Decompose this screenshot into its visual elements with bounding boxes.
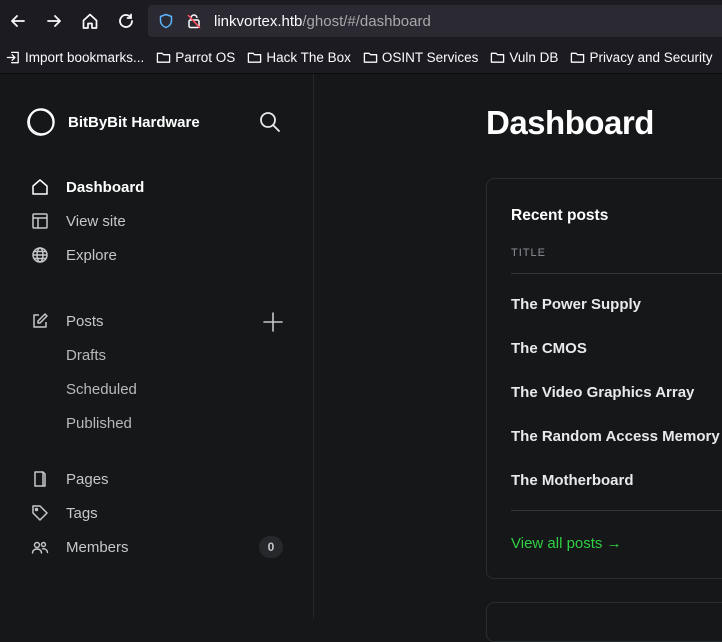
brand[interactable]: BitByBit Hardware <box>26 107 200 137</box>
folder-icon <box>248 52 262 63</box>
forward-button[interactable] <box>36 3 72 39</box>
column-header-title: TITLE <box>511 247 546 259</box>
new-post-button[interactable] <box>262 311 284 333</box>
url-host: linkvortex.htb <box>214 12 303 30</box>
header-divider <box>511 273 722 274</box>
insecure-lock-icon[interactable] <box>186 13 202 29</box>
back-button[interactable] <box>0 3 36 39</box>
bookmarks-toolbar: Import bookmarks... Parrot OS Hack The B… <box>0 42 722 74</box>
reload-button[interactable] <box>108 3 144 39</box>
sidebar-item-explore[interactable]: Explore <box>30 241 286 269</box>
bookmark-label: Import bookmarks... <box>25 50 145 65</box>
bookmark-folder-privacy[interactable]: Privacy and Security <box>570 50 713 65</box>
members-icon <box>30 537 50 557</box>
sidebar-subitem-drafts[interactable]: Drafts <box>66 342 106 368</box>
sidebar: BitByBit Hardware Dashboard View site Ex… <box>0 74 314 619</box>
url-bar[interactable]: linkvortex.htb/ghost/#/dashboard <box>148 5 722 37</box>
home-button[interactable] <box>72 3 108 39</box>
url-text[interactable]: linkvortex.htb/ghost/#/dashboard <box>214 13 431 30</box>
recent-post-item[interactable]: The CMOS <box>511 340 587 357</box>
secondary-card <box>486 602 722 642</box>
bookmark-folder-parrot-os[interactable]: Parrot OS <box>156 50 235 65</box>
sidebar-item-label: Tags <box>66 504 98 522</box>
sidebar-item-label: Pages <box>66 470 109 488</box>
import-icon <box>6 51 19 64</box>
recent-posts-card: Recent posts TITLE The Power Supply The … <box>486 178 722 579</box>
bookmark-import[interactable]: Import bookmarks... <box>6 50 144 65</box>
recent-post-item[interactable]: The Video Graphics Array <box>511 384 694 401</box>
sidebar-item-posts[interactable]: Posts <box>30 307 286 335</box>
bookmark-folder-vuln-db[interactable]: Vuln DB <box>490 50 558 65</box>
edit-icon <box>30 311 50 331</box>
members-count-badge: 0 <box>259 536 283 558</box>
sidebar-item-view-site[interactable]: View site <box>30 207 286 235</box>
view-all-posts-link[interactable]: View all posts → <box>511 535 622 552</box>
layout-icon <box>30 211 50 231</box>
globe-icon <box>30 245 50 265</box>
folder-icon <box>491 52 505 63</box>
sidebar-subitem-scheduled[interactable]: Scheduled <box>66 376 137 402</box>
recent-post-item[interactable]: The Motherboard <box>511 472 634 489</box>
bookmark-label: Parrot OS <box>175 50 236 65</box>
sidebar-subitem-published[interactable]: Published <box>66 410 132 436</box>
sidebar-item-label: Dashboard <box>66 178 145 196</box>
bookmark-label: Privacy and Security <box>589 50 713 65</box>
bookmark-label: OSINT Services <box>381 50 479 65</box>
reload-icon <box>119 13 133 28</box>
footer-divider <box>511 510 722 511</box>
sidebar-item-label: Explore <box>66 246 117 264</box>
ghost-admin: BitByBit Hardware Dashboard View site Ex… <box>0 74 722 642</box>
page-icon <box>30 469 50 489</box>
tag-icon <box>30 503 50 523</box>
folder-icon <box>157 52 171 63</box>
bookmark-folder-osint[interactable]: OSINT Services <box>363 50 479 65</box>
folder-icon <box>571 52 585 63</box>
recent-post-item[interactable]: The Power Supply <box>511 296 641 313</box>
sidebar-item-label: View site <box>66 212 126 230</box>
bookmark-folder-hack-the-box[interactable]: Hack The Box <box>247 50 351 65</box>
sidebar-item-members[interactable]: Members <box>30 533 286 561</box>
recent-post-item[interactable]: The Random Access Memory <box>511 428 720 445</box>
bookmark-label: Hack The Box <box>266 50 351 65</box>
search-button[interactable] <box>259 111 281 133</box>
brand-logo-icon <box>27 108 55 136</box>
sidebar-item-label: Members <box>66 538 129 556</box>
arrow-right-icon <box>47 15 61 27</box>
folder-icon <box>363 52 378 63</box>
shield-icon[interactable] <box>158 13 174 29</box>
plus-icon <box>263 312 283 332</box>
arrow-left-icon <box>11 15 25 27</box>
sidebar-item-dashboard[interactable]: Dashboard <box>30 173 286 201</box>
home-icon <box>30 177 50 197</box>
page-title: Dashboard <box>486 104 654 141</box>
brand-name: BitByBit Hardware <box>68 113 200 131</box>
recent-posts-title: Recent posts <box>511 207 609 224</box>
browser-toolbar: linkvortex.htb/ghost/#/dashboard <box>0 0 722 42</box>
main-content: Dashboard Recent posts TITLE The Power S… <box>315 74 722 642</box>
sidebar-item-tags[interactable]: Tags <box>30 499 286 527</box>
browser-home-icon <box>82 13 98 29</box>
sidebar-item-label: Posts <box>66 312 104 330</box>
url-path: /ghost/#/dashboard <box>302 12 431 30</box>
bookmark-label: Vuln DB <box>509 50 559 65</box>
sidebar-item-pages[interactable]: Pages <box>30 465 286 493</box>
search-icon <box>260 112 280 132</box>
